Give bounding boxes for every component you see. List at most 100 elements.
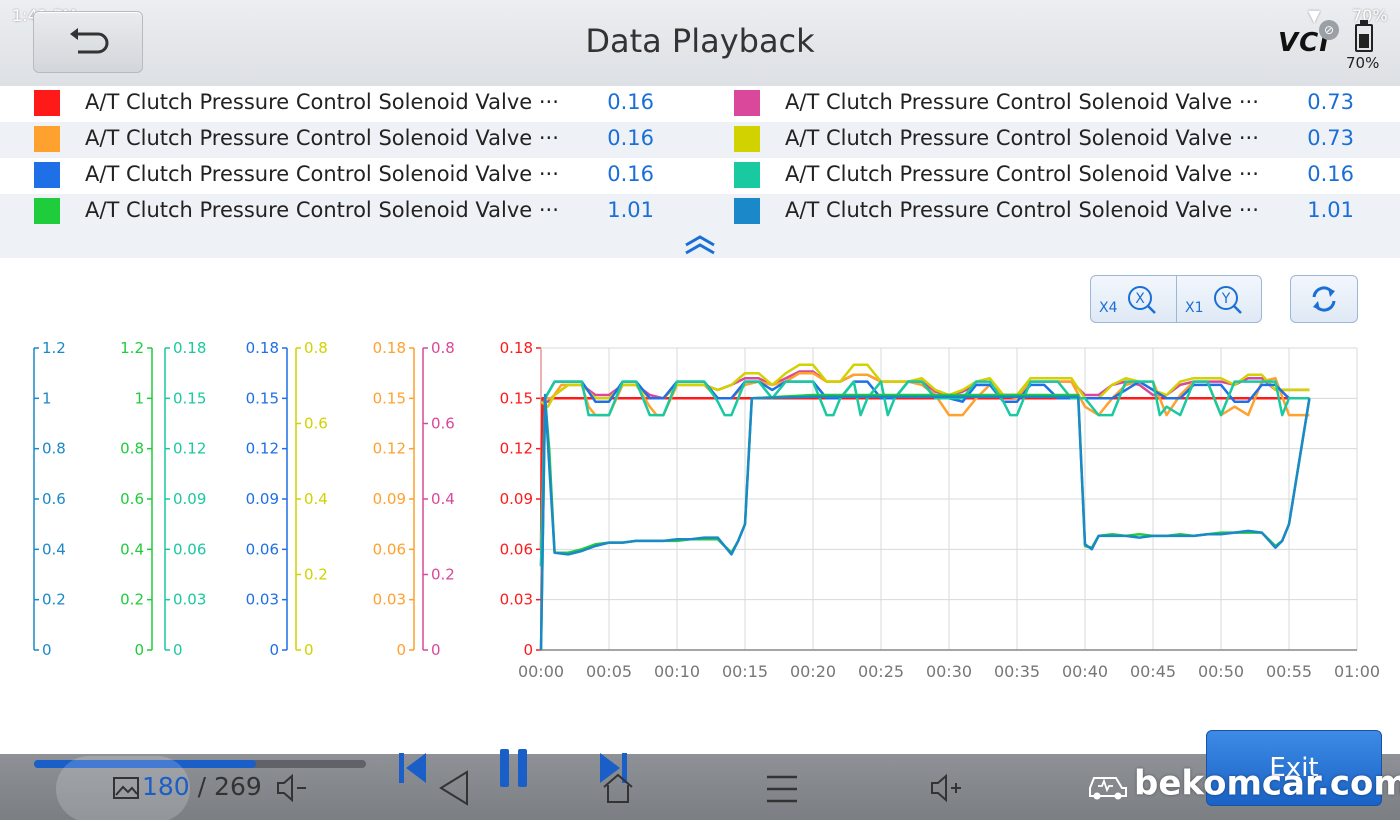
axis-tick-label: 0.2	[431, 566, 455, 584]
x-tick-label: 00:15	[722, 662, 768, 681]
volume-down-icon[interactable]	[274, 770, 310, 806]
legend-label: A/T Clutch Pressure Control Solenoid Val…	[785, 90, 1259, 114]
x-tick-label: 01:00	[1334, 662, 1380, 681]
zoom-y-icon: Y	[1214, 286, 1242, 314]
axis-tick-label: 0	[42, 641, 52, 659]
axis-tick-label: 0.8	[431, 339, 455, 357]
series-line	[539, 371, 1310, 550]
previous-frame-icon[interactable]	[396, 750, 430, 786]
x-tick-label: 00:00	[518, 662, 564, 681]
legend-swatch	[734, 90, 760, 116]
axis-tick-label: 0.6	[120, 490, 144, 508]
watermark: bekomcar.com	[1086, 762, 1400, 804]
legend-label: A/T Clutch Pressure Control Solenoid Val…	[85, 198, 559, 222]
legend-item[interactable]: A/T Clutch Pressure Control Solenoid Val…	[0, 122, 700, 158]
x-tick-label: 00:55	[1266, 662, 1312, 681]
series-line	[539, 397, 1310, 550]
legend-label: A/T Clutch Pressure Control Solenoid Val…	[85, 126, 559, 150]
legend-item[interactable]: A/T Clutch Pressure Control Solenoid Val…	[0, 86, 700, 122]
x-tick-label: 00:40	[1062, 662, 1108, 681]
legend-value: 0.16	[607, 162, 654, 186]
axis-tick-label: 0.6	[42, 490, 66, 508]
x-tick-label: 00:50	[1198, 662, 1244, 681]
legend-swatch	[34, 198, 60, 224]
car-logo-icon	[1089, 776, 1127, 799]
legend-swatch	[734, 126, 760, 152]
volume-up-icon[interactable]	[928, 770, 966, 806]
axis-tick-label: 0	[173, 641, 183, 659]
axis-tick-label: 0.4	[431, 490, 455, 508]
x-tick-label: 00:25	[858, 662, 904, 681]
frame-counter: 180 / 269	[142, 772, 262, 801]
watermark-text: bekomcar.com	[1134, 763, 1400, 804]
page-title: Data Playback	[585, 22, 815, 60]
legend-row: A/T Clutch Pressure Control Solenoid Val…	[0, 158, 1400, 194]
axis-tick-label: 1.2	[120, 339, 144, 357]
battery-percent: 70%	[1346, 54, 1380, 72]
legend-item[interactable]: A/T Clutch Pressure Control Solenoid Val…	[700, 158, 1400, 194]
legend-value: 1.01	[607, 198, 654, 222]
axis-tick-label: 0.09	[246, 490, 279, 508]
x-tick-label: 00:30	[926, 662, 972, 681]
vci-disconnected-icon: ⊘	[1319, 20, 1339, 40]
legend-value: 0.16	[607, 90, 654, 114]
legend-item[interactable]: A/T Clutch Pressure Control Solenoid Val…	[700, 194, 1400, 230]
series-line	[539, 380, 1310, 567]
zoom-x-button[interactable]: X4 X	[1091, 276, 1176, 322]
axis-tick-label: 0.09	[373, 490, 406, 508]
legend-item[interactable]: A/T Clutch Pressure Control Solenoid Val…	[700, 86, 1400, 122]
axis-tick-label: 0.12	[246, 440, 279, 458]
legend-row: A/T Clutch Pressure Control Solenoid Val…	[0, 194, 1400, 230]
axis-tick-label: 0.03	[500, 591, 533, 609]
axis-tick-label: 0	[304, 641, 314, 659]
axis-tick-label: 0.06	[173, 540, 206, 558]
legend-label: A/T Clutch Pressure Control Solenoid Val…	[785, 198, 1259, 222]
series-line	[539, 393, 1311, 651]
axis-tick-label: 0.06	[373, 540, 406, 558]
axis-tick-label: 0	[396, 641, 406, 659]
zoom-y-factor: X1	[1185, 300, 1204, 316]
x-tick-label: 00:10	[654, 662, 700, 681]
axis-tick-label: 0.18	[500, 339, 533, 357]
legend-swatch	[34, 90, 60, 116]
zoom-x-factor: X4	[1099, 300, 1118, 316]
axis-tick-label: 0	[134, 641, 144, 659]
refresh-button[interactable]	[1290, 275, 1358, 323]
axis-tick-label: 0.03	[173, 591, 206, 609]
zoom-x-icon: X	[1128, 286, 1156, 314]
legend-swatch	[34, 162, 60, 188]
axis-tick-label: 0.18	[173, 339, 206, 357]
legend-item[interactable]: A/T Clutch Pressure Control Solenoid Val…	[700, 122, 1400, 158]
frame-current: 180	[142, 772, 190, 801]
battery-icon	[1355, 20, 1373, 52]
axis-tick-label: 0.15	[173, 389, 206, 407]
legend-label: A/T Clutch Pressure Control Solenoid Val…	[785, 126, 1259, 150]
axis-tick-label: 0.4	[42, 540, 66, 558]
home-icon[interactable]	[600, 770, 636, 806]
legend-value: 0.73	[1307, 126, 1354, 150]
pause-icon[interactable]	[496, 746, 532, 790]
x-tick-label: 00:05	[586, 662, 632, 681]
axis-tick-label: 0.6	[431, 415, 455, 433]
legend-item[interactable]: A/T Clutch Pressure Control Solenoid Val…	[0, 194, 700, 230]
axis-tick-label: 0.2	[304, 566, 328, 584]
axis-tick-label: 0.18	[246, 339, 279, 357]
axis-tick-label: 0.06	[246, 540, 279, 558]
collapse-chevron-icon[interactable]	[683, 232, 717, 256]
axis-tick-label: 0	[269, 641, 279, 659]
axis-tick-label: 0.8	[42, 440, 66, 458]
axis-tick-label: 1	[42, 389, 52, 407]
axis-tick-label: 0.2	[42, 591, 66, 609]
zoom-y-button[interactable]: X1 Y	[1177, 276, 1261, 322]
legend-swatch	[734, 198, 760, 224]
line-chart[interactable]: 0 0.2 0.4 0.6 0.8 1 1.2 0 0.2 0.4 0.6 0.8 1 1.2 0 0.03 0…	[0, 330, 1400, 690]
refresh-icon	[1312, 286, 1336, 312]
axis-tick-label: 0.8	[304, 339, 328, 357]
legend-item[interactable]: A/T Clutch Pressure Control Solenoid Val…	[0, 158, 700, 194]
legend-swatch	[34, 126, 60, 152]
axis-tick-label: 0.2	[120, 591, 144, 609]
axis-tick-label: 0.03	[246, 591, 279, 609]
menu-icon[interactable]	[764, 772, 800, 806]
x-tick-label: 00:45	[1130, 662, 1176, 681]
back-triangle-icon[interactable]	[436, 768, 472, 808]
